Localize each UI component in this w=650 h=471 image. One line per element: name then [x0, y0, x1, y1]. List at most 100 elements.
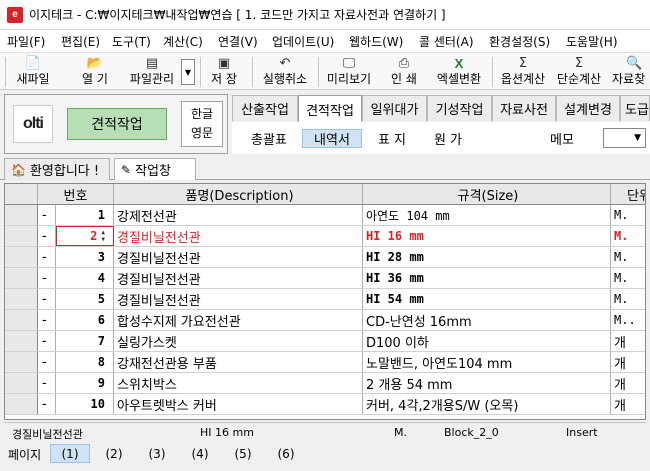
- table-row[interactable]: - 6 합성수지제 가요전선관 CD-난연성 16mm M..: [5, 310, 645, 331]
- row-number[interactable]: 7: [56, 331, 114, 351]
- row-number[interactable]: 6: [56, 310, 114, 330]
- page-1-button[interactable]: (1): [50, 444, 90, 463]
- file-manage-dropdown[interactable]: ▼: [181, 59, 195, 85]
- row-unit[interactable]: M.: [611, 205, 645, 225]
- new-file-button[interactable]: 📄 새파일: [10, 53, 56, 89]
- page-4-button[interactable]: (4): [180, 444, 220, 463]
- page-5-button[interactable]: (5): [223, 444, 263, 463]
- lang-korean-option[interactable]: 한글: [191, 105, 213, 124]
- header-description[interactable]: 품명(Description): [114, 184, 363, 204]
- row-selector[interactable]: [5, 268, 38, 288]
- menu-settings[interactable]: 환경설정(S): [489, 33, 550, 50]
- row-description[interactable]: 실링가스켓: [114, 331, 363, 351]
- table-row[interactable]: - 7 실링가스켓 D100 이하 개: [5, 331, 645, 352]
- row-selector[interactable]: [5, 205, 38, 225]
- row-description[interactable]: 아우트렛박스 커버: [114, 394, 363, 414]
- row-size[interactable]: 커버, 4각,2개용S/W (오목): [363, 394, 611, 414]
- tab-progress[interactable]: 기성작업: [427, 95, 492, 121]
- row-unit[interactable]: M..: [611, 310, 645, 330]
- menu-connect[interactable]: 연결(V): [218, 33, 258, 50]
- file-manage-button[interactable]: ▤ 파일관리: [125, 53, 179, 89]
- row-size[interactable]: HI 16 mm: [363, 226, 611, 246]
- estimate-mode-button[interactable]: 견적작업: [67, 108, 167, 140]
- row-description[interactable]: 경질비닐전선관: [114, 226, 363, 246]
- row-unit[interactable]: 개: [611, 373, 645, 393]
- tab-dictionary[interactable]: 자료사전: [492, 95, 556, 121]
- row-size[interactable]: 아연도 104 mm: [363, 205, 611, 225]
- row-unit[interactable]: M.: [611, 226, 645, 246]
- row-number[interactable]: 3: [56, 247, 114, 267]
- row-description[interactable]: 강재전선관용 부품: [114, 352, 363, 372]
- row-number[interactable]: 4: [56, 268, 114, 288]
- row-description[interactable]: 합성수지제 가요전선관: [114, 310, 363, 330]
- menu-webhard[interactable]: 웹하드(W): [349, 33, 403, 50]
- row-selector[interactable]: [5, 247, 38, 267]
- doc-tab-workspace[interactable]: ✎ 작업창: [114, 158, 196, 180]
- table-row[interactable]: - 5 경질비닐전선관 HI 54 mm M.: [5, 289, 645, 310]
- header-size[interactable]: 규격(Size): [363, 184, 611, 204]
- number-spinner[interactable]: ▲ ▼: [101, 229, 105, 243]
- lang-english-option[interactable]: 영문: [191, 124, 213, 143]
- tab-calculation[interactable]: 산출작업: [232, 95, 298, 121]
- table-row[interactable]: - 9 스위치박스 2 개용 54 mm 개: [5, 373, 645, 394]
- row-selector[interactable]: [5, 310, 38, 330]
- print-button[interactable]: ⎙ 인 쇄: [385, 53, 423, 89]
- tab-contract[interactable]: 도급: [620, 95, 650, 121]
- menu-calc[interactable]: 계산(C): [163, 33, 203, 50]
- subtab-statement[interactable]: 내역서: [302, 129, 362, 148]
- preview-button[interactable]: 🖵 미리보기: [323, 53, 375, 89]
- page-3-button[interactable]: (3): [137, 444, 177, 463]
- row-unit[interactable]: M.: [611, 268, 645, 288]
- row-description[interactable]: 경질비닐전선관: [114, 289, 363, 309]
- row-selector[interactable]: [5, 352, 38, 372]
- row-size[interactable]: HI 54 mm: [363, 289, 611, 309]
- row-size[interactable]: 2 개용 54 mm: [363, 373, 611, 393]
- tab-estimate[interactable]: 견적작업: [298, 95, 362, 122]
- header-unit[interactable]: 단위: [611, 184, 645, 204]
- table-row[interactable]: - 10 아우트렛박스 커버 커버, 4각,2개용S/W (오목) 개: [5, 394, 645, 415]
- table-row[interactable]: - 1 강제전선관 아연도 104 mm M.: [5, 205, 645, 226]
- simple-calc-button[interactable]: Σ 단순계산: [552, 53, 606, 89]
- row-size[interactable]: HI 28 mm: [363, 247, 611, 267]
- spin-down-icon[interactable]: ▼: [101, 236, 105, 243]
- open-button[interactable]: 📂 열 기: [74, 53, 116, 89]
- menu-update[interactable]: 업데이트(U): [272, 33, 334, 50]
- save-button[interactable]: ▣ 저 장: [205, 53, 243, 89]
- subtab-cost[interactable]: 원 가: [428, 129, 468, 148]
- row-number[interactable]: 5: [56, 289, 114, 309]
- menu-tools[interactable]: 도구(T): [112, 33, 151, 50]
- page-6-button[interactable]: (6): [266, 444, 306, 463]
- row-description[interactable]: 스위치박스: [114, 373, 363, 393]
- row-selector[interactable]: [5, 226, 38, 246]
- row-size[interactable]: CD-난연성 16mm: [363, 310, 611, 330]
- page-2-button[interactable]: (2): [94, 444, 134, 463]
- memo-dropdown[interactable]: ▼: [603, 128, 646, 148]
- row-number[interactable]: 10: [56, 394, 114, 414]
- row-unit[interactable]: M.: [611, 289, 645, 309]
- row-unit[interactable]: 개: [611, 394, 645, 414]
- row-size[interactable]: HI 36 mm: [363, 268, 611, 288]
- menu-edit[interactable]: 편집(E): [61, 33, 100, 50]
- menu-callcenter[interactable]: 콜 센터(A): [419, 33, 474, 50]
- row-selector[interactable]: [5, 289, 38, 309]
- row-number[interactable]: 8: [56, 352, 114, 372]
- row-unit[interactable]: 개: [611, 352, 645, 372]
- row-selector[interactable]: [5, 394, 38, 414]
- header-number[interactable]: 번호: [38, 184, 114, 204]
- table-row[interactable]: - 3 경질비닐전선관 HI 28 mm M.: [5, 247, 645, 268]
- menu-file[interactable]: 파일(F): [7, 33, 45, 50]
- undo-button[interactable]: ↶ 실행취소: [258, 53, 312, 89]
- subtab-cover[interactable]: 표 지: [372, 129, 412, 148]
- row-size[interactable]: 노말밴드, 아연도104 mm: [363, 352, 611, 372]
- row-size[interactable]: D100 이하: [363, 331, 611, 351]
- row-unit[interactable]: M.: [611, 247, 645, 267]
- table-row[interactable]: - 4 경질비닐전선관 HI 36 mm M.: [5, 268, 645, 289]
- tab-unit-price[interactable]: 일위대가: [362, 95, 427, 121]
- table-row[interactable]: - 8 강재전선관용 부품 노말밴드, 아연도104 mm 개: [5, 352, 645, 373]
- row-description[interactable]: 경질비닐전선관: [114, 268, 363, 288]
- excel-export-button[interactable]: X 엑셀변환: [432, 53, 486, 89]
- row-number-editor[interactable]: 2 ▲ ▼: [56, 226, 114, 246]
- row-number[interactable]: 9: [56, 373, 114, 393]
- subtab-summary[interactable]: 총괄표: [242, 129, 296, 148]
- option-calc-button[interactable]: Σ 옵션계산: [496, 53, 550, 89]
